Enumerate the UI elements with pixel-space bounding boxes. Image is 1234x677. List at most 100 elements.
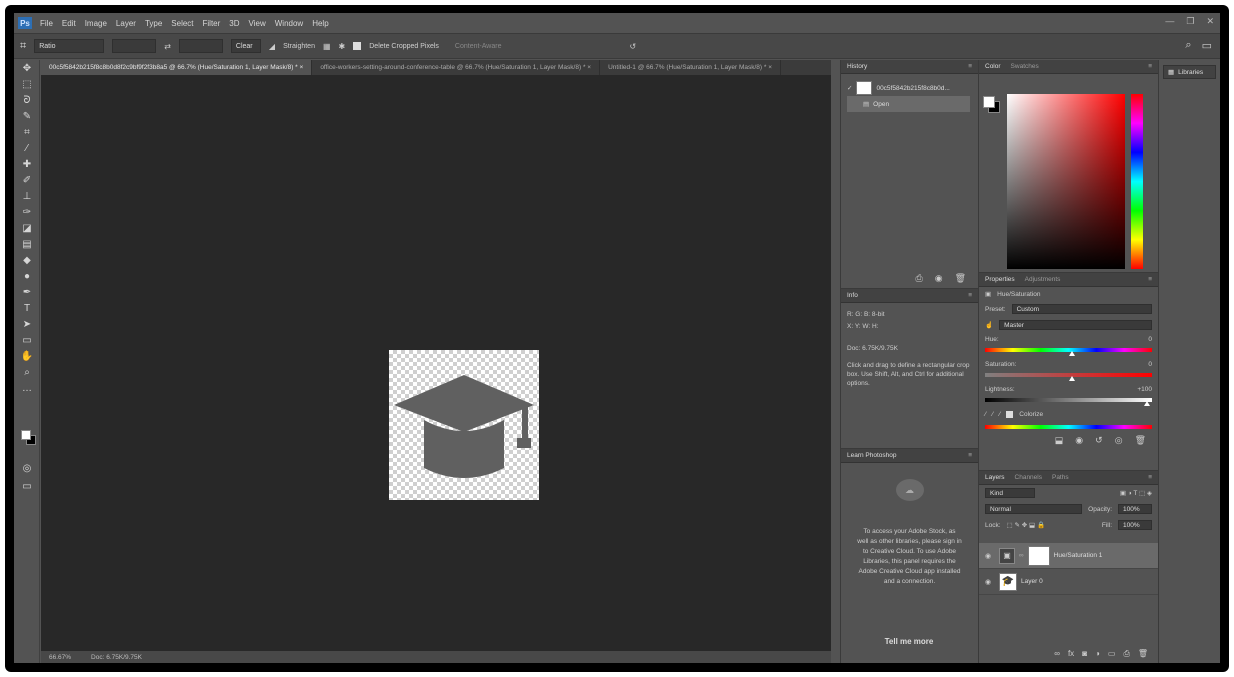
menu-image[interactable]: Image (85, 19, 107, 28)
eyedropper-icon[interactable]: ⁄ (985, 411, 986, 418)
path-select-tool-icon[interactable]: ➤ (14, 316, 40, 332)
quick-select-tool-icon[interactable]: ✎ (14, 108, 40, 124)
layer-style-icon[interactable]: fx (1068, 649, 1074, 659)
channels-tab[interactable]: Channels (1015, 474, 1042, 481)
document-tab[interactable]: Untitled-1 @ 66.7% (Hue/Saturation 1, La… (600, 60, 782, 75)
new-layer-icon[interactable]: ⎙ (1123, 649, 1129, 659)
document-tab[interactable]: office-workers-setting-around-conference… (312, 60, 601, 75)
menu-filter[interactable]: Filter (203, 19, 221, 28)
slider-knob[interactable] (1143, 401, 1150, 406)
menu-file[interactable]: File (40, 19, 53, 28)
crop-height-field[interactable] (178, 39, 223, 53)
workspace-icon[interactable]: ▭ (1202, 39, 1212, 52)
colorize-checkbox[interactable] (1006, 411, 1014, 418)
saturation-slider[interactable] (985, 373, 1152, 381)
menu-layer[interactable]: Layer (116, 19, 136, 28)
hue-slider[interactable] (1131, 94, 1143, 269)
shape-tool-icon[interactable]: ▭ (14, 332, 40, 348)
healing-tool-icon[interactable]: ✚ (14, 156, 40, 172)
pen-tool-icon[interactable]: ✒ (14, 284, 40, 300)
preset-select[interactable]: Custom (1011, 304, 1152, 314)
layer-row[interactable]: ◉ ▣ ∞ Hue/Saturation 1 (979, 543, 1158, 569)
move-tool-icon[interactable]: ✥ (14, 60, 40, 76)
tell-me-more-link[interactable]: Tell me more (840, 637, 978, 646)
learn-tab[interactable]: Learn Photoshop (847, 452, 897, 459)
slider-knob[interactable] (1068, 351, 1075, 356)
paths-tab[interactable]: Paths (1052, 474, 1069, 481)
straighten-icon[interactable]: ◢ (269, 42, 275, 51)
delete-cropped-checkbox[interactable] (353, 42, 362, 50)
crop-tool-icon[interactable]: ⌗ (20, 40, 26, 53)
panel-menu-icon[interactable]: ≡ (1148, 63, 1152, 70)
hue-value[interactable]: 0 (1148, 336, 1152, 343)
panel-menu-icon[interactable]: ≡ (1148, 276, 1152, 283)
document-tab[interactable]: 00c5f5842b215f8c8b0d8f2c9bf9f2f3b8a5 @ 6… (41, 60, 313, 75)
content-aware-label[interactable]: Content-Aware (455, 43, 502, 50)
stamp-tool-icon[interactable]: ⊥ (14, 188, 40, 204)
lightness-slider[interactable] (985, 398, 1152, 406)
history-checkbox-icon[interactable]: ✓ (847, 84, 852, 92)
panel-menu-icon[interactable]: ≡ (1148, 474, 1152, 481)
visibility-icon[interactable]: ◎ (1115, 435, 1123, 446)
menu-select[interactable]: Select (171, 19, 193, 28)
crop-preset-select[interactable]: Ratio (34, 39, 105, 53)
reset-icon[interactable]: ↺ (629, 42, 636, 51)
new-group-icon[interactable]: ▭ (1108, 649, 1116, 659)
delete-cropped-label[interactable]: Delete Cropped Pixels (369, 43, 439, 50)
trash-icon[interactable]: 🗑 (955, 273, 966, 284)
menu-help[interactable]: Help (312, 19, 328, 28)
document-canvas[interactable] (389, 350, 539, 500)
info-tab[interactable]: Info (847, 292, 858, 299)
panel-menu-icon[interactable]: ≡ (968, 63, 972, 70)
crop-settings-icon[interactable]: ✱ (339, 42, 346, 51)
gradient-tool-icon[interactable]: ▤ (14, 236, 40, 252)
foreground-color-swatch[interactable] (21, 430, 31, 440)
channel-select[interactable]: Master (999, 320, 1152, 330)
doc-size[interactable]: Doc: 6.75K/9.75K (91, 654, 142, 661)
reset-icon[interactable]: ↺ (1095, 435, 1103, 446)
visibility-eye-icon[interactable]: ◉ (985, 552, 995, 560)
eyedropper-tool-icon[interactable]: ⁄ (14, 140, 40, 156)
camera-icon[interactable]: ◉ (935, 273, 943, 284)
eyedropper-minus-icon[interactable]: ⁄ (999, 411, 1000, 418)
opacity-field[interactable]: 100% (1118, 504, 1152, 514)
slider-knob[interactable] (1068, 376, 1075, 381)
panel-menu-icon[interactable]: ≡ (968, 292, 972, 299)
swatches-tab[interactable]: Swatches (1011, 63, 1039, 70)
link-layers-icon[interactable]: ∞ (1054, 649, 1060, 659)
blur-tool-icon[interactable]: ◆ (14, 252, 40, 268)
type-tool-icon[interactable]: T (14, 300, 40, 316)
new-adjustment-icon[interactable]: ◑ (1095, 649, 1100, 659)
layer-kind-filter[interactable]: Kind (985, 488, 1035, 498)
saturation-value[interactable]: 0 (1148, 361, 1152, 368)
history-snapshot-row[interactable]: ✓ 00c5f5842b215f8c8b0d... (841, 80, 978, 96)
libraries-button[interactable]: ▦ Libraries (1163, 65, 1216, 79)
swap-icon[interactable]: ⇄ (164, 42, 171, 51)
history-tab[interactable]: History (847, 63, 867, 70)
history-state-row[interactable]: ▤ Open (847, 96, 970, 112)
color-field[interactable] (1007, 94, 1125, 269)
menu-3d[interactable]: 3D (229, 19, 239, 28)
new-document-icon[interactable]: ⎙ (916, 273, 923, 284)
maximize-button[interactable]: ❐ (1186, 16, 1194, 27)
history-brush-tool-icon[interactable]: ✑ (14, 204, 40, 220)
lightness-value[interactable]: +100 (1137, 386, 1152, 393)
adjustments-tab[interactable]: Adjustments (1025, 276, 1061, 283)
eyedropper-plus-icon[interactable]: ⁄ (992, 411, 993, 418)
minimize-button[interactable]: — (1165, 16, 1174, 27)
layer-row[interactable]: ◉ 🎓 Layer 0 (979, 569, 1158, 595)
screen-mode-icon[interactable]: ▭ (14, 478, 40, 494)
layer-name[interactable]: Hue/Saturation 1 (1054, 552, 1103, 559)
menu-type[interactable]: Type (145, 19, 162, 28)
layer-name[interactable]: Layer 0 (1021, 578, 1043, 585)
straighten-label[interactable]: Straighten (283, 43, 315, 50)
lock-icons[interactable]: ⬚ ✎ ✥ ⬓ 🔒 (1007, 521, 1046, 529)
crop-tool-icon[interactable]: ⌗ (14, 124, 40, 140)
clip-icon[interactable]: ⬓ (1055, 435, 1064, 446)
more-tools-icon[interactable]: … (14, 380, 40, 396)
close-button[interactable]: ✕ (1206, 16, 1214, 27)
crop-width-field[interactable] (112, 39, 157, 53)
view-previous-icon[interactable]: ◉ (1075, 435, 1083, 446)
fill-field[interactable]: 100% (1118, 520, 1152, 530)
dodge-tool-icon[interactable]: ● (14, 268, 40, 284)
